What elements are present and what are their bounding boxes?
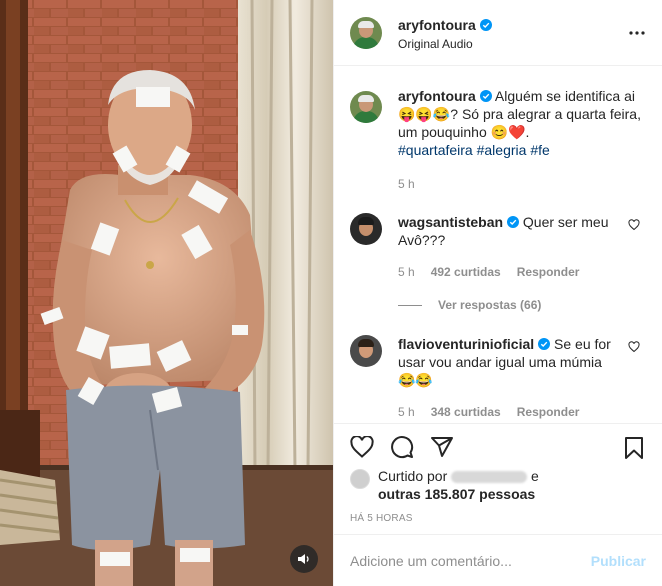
heart-icon [350,435,374,458]
author-username[interactable]: aryfontoura [398,17,476,33]
post-details-panel: aryfontoura Original Audio aryfontoura A… [333,0,662,586]
comment-button[interactable] [390,435,414,459]
more-options-icon [629,31,645,35]
save-button[interactable] [622,436,646,460]
commenter-username[interactable]: wagsantisteban [398,213,503,231]
caption-author-avatar[interactable] [350,91,382,123]
verified-badge-icon [507,216,520,228]
post-caption: aryfontoura Alguém se identifica ai 😝😝😂?… [350,87,650,193]
instagram-post: aryfontoura Original Audio aryfontoura A… [0,0,662,586]
author-username-link[interactable]: aryfontoura [398,17,492,33]
commenter-avatar[interactable] [350,335,382,367]
hashtag-list: #quartafeira #alegria #fe [398,141,650,159]
publish-comment-button[interactable]: Publicar [591,553,646,569]
comment-item: wagsantisteban Quer ser meu Avô??? 5 h 4… [350,213,650,312]
comment-timestamp[interactable]: 5 h [398,265,415,279]
post-time-ago[interactable]: HÁ 5 HORAS [350,513,413,524]
hashtag-link[interactable]: #fe [530,142,549,158]
caption-author-username[interactable]: aryfontoura [398,87,476,105]
share-button[interactable] [430,435,454,459]
comments-list[interactable]: aryfontoura Alguém se identifica ai 😝😝😂?… [334,67,662,423]
hashtag-link[interactable]: #quartafeira [398,142,473,158]
original-audio-link[interactable]: Original Audio [398,37,492,51]
verified-badge-icon [479,90,492,102]
commenter-link[interactable]: wagsantisteban [398,213,520,231]
verified-badge-icon [479,18,492,31]
comment-timestamp[interactable]: 5 h [398,405,415,419]
post-actions-bar [334,423,662,469]
post-header: aryfontoura Original Audio [334,0,662,66]
author-avatar[interactable] [350,16,382,49]
audio-toggle-button[interactable] [290,545,318,573]
likes-others-link[interactable]: outras 185.807 pessoas [378,486,535,502]
blurred-username[interactable] [451,471,528,484]
comment-like-heart-icon[interactable] [628,219,640,231]
commenter-link[interactable]: flavioventurinioficial [398,335,551,353]
comment-input[interactable] [350,552,591,569]
comment-like-heart-icon[interactable] [628,341,640,353]
hashtag-link[interactable]: #alegria [477,142,527,158]
liked-by-label: Curtido por [378,468,448,484]
comment-icon [391,435,414,458]
view-replies-button[interactable]: Ver respostas (66) [398,298,650,312]
bookmark-icon [625,437,643,459]
reply-button[interactable]: Responder [517,265,580,279]
likes-conjunction: e [531,468,539,484]
caption-timestamp[interactable]: 5 h [398,175,415,193]
comment-likes-count[interactable]: 348 curtidas [431,405,501,419]
post-media[interactable] [0,0,333,586]
verified-badge-icon [538,338,551,350]
more-options-button[interactable] [628,24,646,42]
speaker-icon [298,554,309,564]
replies-divider-line [398,304,422,306]
video-frame [0,0,333,586]
commenter-username[interactable]: flavioventurinioficial [398,335,534,353]
reply-button[interactable]: Responder [517,405,580,419]
add-comment-bar: Publicar [334,534,662,586]
paper-plane-icon [431,436,453,457]
liker-avatar[interactable] [350,469,370,489]
likes-summary: Curtido por e outras 185.807 pessoas [350,467,646,503]
caption-author-link[interactable]: aryfontoura [398,87,492,105]
comment-likes-count[interactable]: 492 curtidas [431,265,501,279]
comment-item: flavioventurinioficial Se eu for usar vo… [350,335,650,419]
commenter-avatar[interactable] [350,213,382,245]
like-button[interactable] [350,435,374,459]
view-replies-label[interactable]: Ver respostas (66) [438,298,541,312]
